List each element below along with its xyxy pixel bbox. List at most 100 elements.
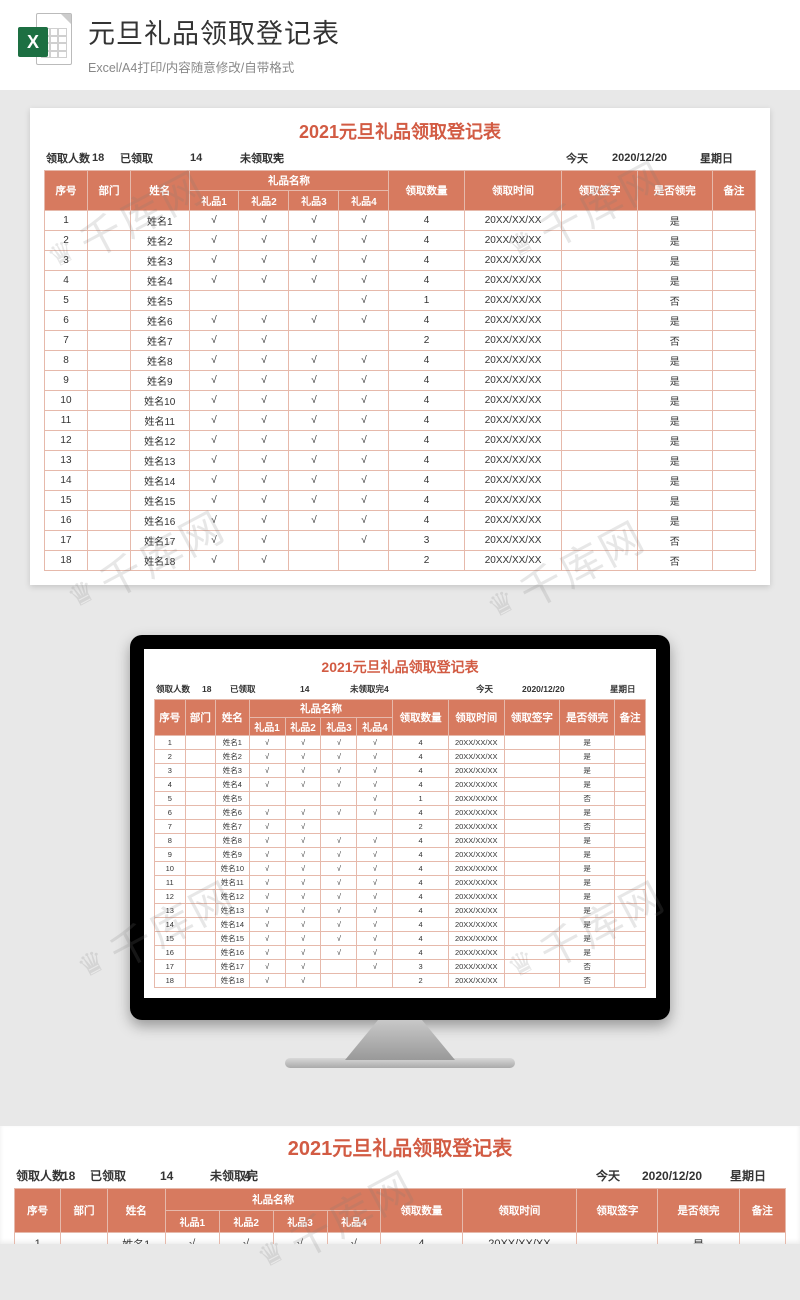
cell-done: 是 [637,431,712,451]
cell-sign [562,351,637,371]
cell-gift4: √ [357,918,393,932]
cell-qty: 3 [393,960,448,974]
col-gift3: 礼品3 [321,718,357,736]
cell-dept [87,411,130,431]
cell-gift1: √ [189,531,239,551]
cell-time: 20XX/XX/XX [448,932,504,946]
label-weekday: 星期日 [730,1167,784,1184]
cell-gift2: √ [285,764,321,778]
cell-sign [577,1233,658,1245]
cell-name: 姓名3 [216,764,249,778]
table-row: 1 姓名1 √ √ √ √ 4 20XX/XX/XX 是 [45,211,756,231]
cell-seq: 1 [15,1233,61,1245]
cell-time: 20XX/XX/XX [464,251,562,271]
cell-done: 是 [637,351,712,371]
cell-gift1 [189,291,239,311]
cell-name: 姓名15 [130,491,189,511]
page-header: X 元旦礼品领取登记表 Excel/A4打印/内容随意修改/自带格式 [0,0,800,90]
cell-gift4: √ [339,371,389,391]
cell-gift1: √ [249,876,285,890]
cell-time: 20XX/XX/XX [448,918,504,932]
cell-seq: 10 [155,862,186,876]
cell-qty: 4 [393,904,448,918]
label-weekday: 星期日 [700,150,754,166]
cell-time: 20XX/XX/XX [448,792,504,806]
cell-gift3: √ [289,231,339,251]
cell-qty: 4 [389,471,464,491]
cell-dept [87,551,130,571]
cell-gift4: √ [357,876,393,890]
cell-gift4: √ [357,848,393,862]
cell-seq: 2 [155,750,186,764]
preview-sheet-card: 2021元旦礼品领取登记表 领取人数 18 已领取 14 未领取完 4 今天 2… [30,108,770,585]
cell-dept [61,1233,107,1245]
cell-gift4 [339,331,389,351]
col-gift1: 礼品1 [165,1211,219,1233]
table-row: 11 姓名11 √ √ √ √ 4 20XX/XX/XX 是 [155,876,646,890]
cell-name: 姓名3 [130,251,189,271]
cell-gift2: √ [239,271,289,291]
table-row: 8 姓名8 √ √ √ √ 4 20XX/XX/XX 是 [45,351,756,371]
cell-gift2 [285,792,321,806]
cell-time: 20XX/XX/XX [448,834,504,848]
cell-done: 是 [559,890,614,904]
cell-qty: 4 [389,251,464,271]
cell-note [615,960,646,974]
cell-seq: 6 [155,806,186,820]
cell-dept [185,946,216,960]
cell-gift2: √ [239,391,289,411]
cell-note [712,291,755,311]
cell-seq: 7 [155,820,186,834]
col-time: 领取时间 [464,171,562,211]
cell-time: 20XX/XX/XX [448,778,504,792]
cell-name: 姓名7 [216,820,249,834]
cell-gift4: √ [339,211,389,231]
cell-seq: 9 [45,371,88,391]
cell-done: 是 [637,271,712,291]
cell-qty: 4 [389,431,464,451]
cell-sign [504,862,559,876]
cell-qty: 4 [393,890,448,904]
table-row: 2 姓名2 √ √ √ √ 4 20XX/XX/XX 是 [155,750,646,764]
table-row: 11 姓名11 √ √ √ √ 4 20XX/XX/XX 是 [45,411,756,431]
cell-note [712,471,755,491]
cell-gift4: √ [339,491,389,511]
cell-gift2: √ [239,331,289,351]
monitor-mockup: 2021元旦礼品领取登记表 领取人数 18 已领取 14 未领取完 4 今天 2… [130,635,670,1068]
cell-note [615,862,646,876]
cell-time: 20XX/XX/XX [464,411,562,431]
cell-qty: 4 [389,411,464,431]
cell-seq: 16 [45,511,88,531]
cell-dept [87,391,130,411]
cell-note [615,890,646,904]
cell-gift3 [321,960,357,974]
summary-row: 领取人数 18 已领取 14 未领取完 4 今天 2020/12/20 星期日 [14,1165,786,1188]
cell-done: 是 [637,491,712,511]
cell-gift3: √ [289,391,339,411]
cell-qty: 4 [393,736,448,750]
cell-gift1: √ [189,251,239,271]
cell-gift1: √ [249,960,285,974]
cell-seq: 14 [155,918,186,932]
cell-qty: 4 [389,271,464,291]
cell-gift1: √ [249,848,285,862]
cell-time: 20XX/XX/XX [448,750,504,764]
val-done: 14 [160,1169,210,1183]
cell-done: 否 [637,291,712,311]
cell-done: 是 [559,904,614,918]
cell-gift4: √ [327,1233,381,1245]
cell-time: 20XX/XX/XX [464,211,562,231]
col-sign: 领取签字 [562,171,637,211]
cell-gift3 [289,551,339,571]
cell-seq: 12 [45,431,88,451]
table-row: 15 姓名15 √ √ √ √ 4 20XX/XX/XX 是 [45,491,756,511]
cell-seq: 1 [45,211,88,231]
cell-gift4: √ [339,471,389,491]
cell-time: 20XX/XX/XX [464,231,562,251]
val-pending: 4 [244,1169,304,1183]
col-dept: 部门 [185,700,216,736]
cell-name: 姓名6 [216,806,249,820]
cell-qty: 4 [389,211,464,231]
cell-sign [504,974,559,988]
cell-seq: 9 [155,848,186,862]
